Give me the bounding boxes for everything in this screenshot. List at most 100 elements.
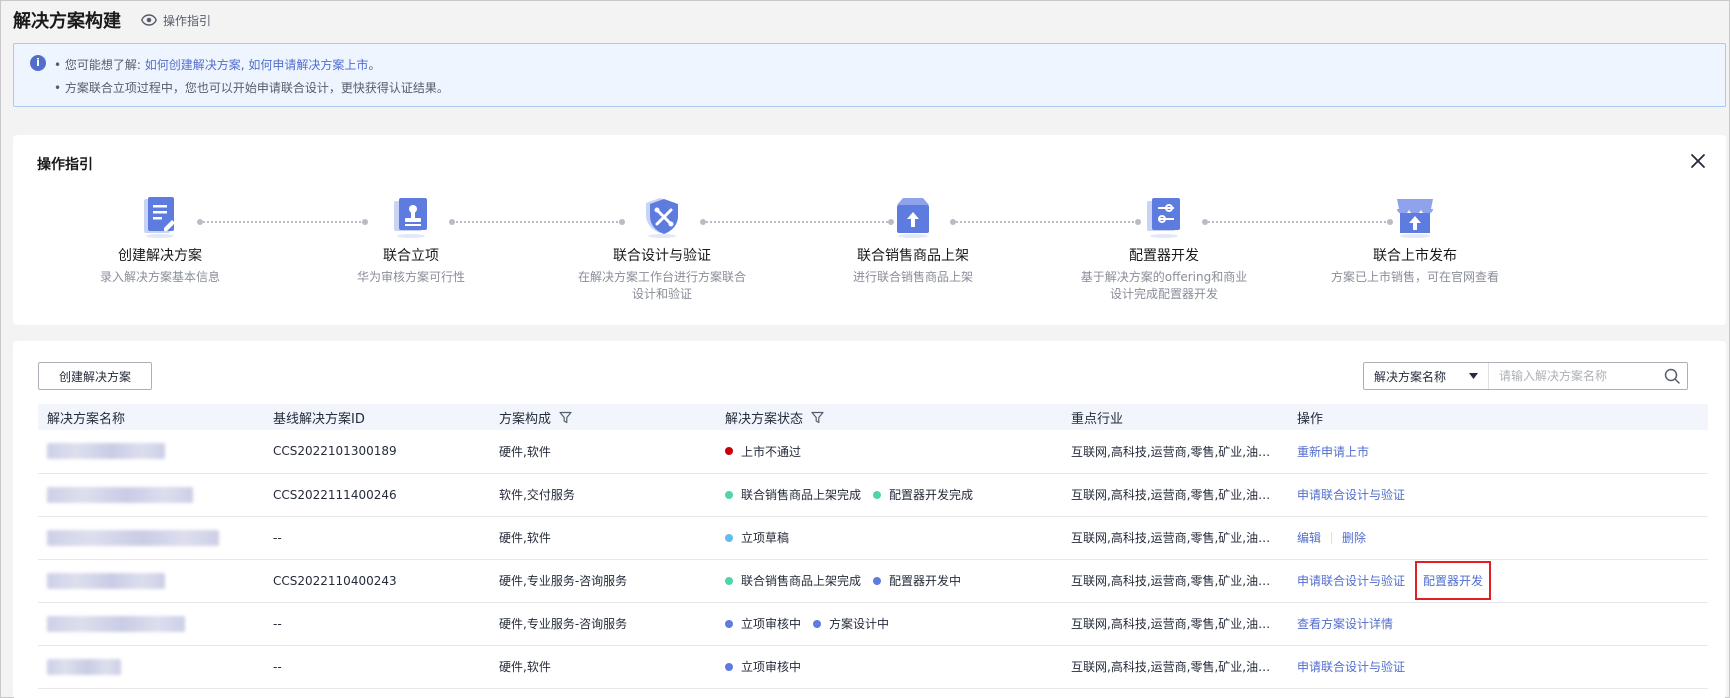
- table-row: -- 硬件,软件 立项草稿 互联网,高科技,运营商,零售,矿业,油气,智... …: [38, 516, 1708, 560]
- table-row: -- 硬件,专业服务-咨询服务 立项审核中 方案设计中 互联网,高科技,运营商,…: [38, 602, 1708, 646]
- actions-cell: 重新申请上市: [1288, 430, 1708, 474]
- guide-step-joint-launch: 联合上市发布 方案已上市销售，可在官网查看: [1315, 195, 1515, 286]
- box-upload-icon: [897, 198, 929, 238]
- caret-down-icon: [1469, 373, 1478, 379]
- apply-joint-design-link[interactable]: 申请联合设计与验证: [1297, 572, 1405, 589]
- industry-text: 互联网,高科技,运营商,零售,矿业,油气,智...: [1071, 444, 1279, 459]
- solution-name-cell[interactable]: [38, 559, 264, 603]
- status-label: 方案设计中: [829, 617, 890, 631]
- status-cell: 立项审核中 方案设计中: [716, 602, 1062, 646]
- baseline-id-cell: CCS2022110400243: [264, 559, 490, 603]
- status-dot: [725, 533, 733, 542]
- status-label: 联合销售商品上架完成: [741, 574, 862, 588]
- blurred-solution-name: [47, 486, 193, 503]
- search-field-label: 解决方案名称: [1374, 369, 1447, 384]
- composition-cell: 硬件,软件: [490, 430, 716, 474]
- blurred-solution-name: [47, 658, 121, 675]
- filter-icon[interactable]: [811, 411, 824, 424]
- composition-cell: 软件,交付服务: [490, 473, 716, 517]
- table-row: CCS2022110400243 硬件,专业服务-咨询服务 联合销售商品上架完成…: [38, 559, 1708, 603]
- industry-text: 互联网,高科技,运营商,零售,矿业,油气,智...: [1071, 488, 1279, 502]
- notice-suffix: 。: [368, 58, 381, 72]
- step-title: 联合立项: [383, 248, 439, 264]
- filter-icon[interactable]: [559, 411, 572, 424]
- edit-link[interactable]: 编辑: [1297, 529, 1321, 546]
- table-row: CCS2022111400246 软件,交付服务 联合销售商品上架完成 配置器开…: [38, 473, 1708, 517]
- solution-name-cell[interactable]: [38, 645, 264, 689]
- table-header-row: 解决方案名称 基线解决方案ID 方案构成 解决方案状态 重点行业 操作: [38, 404, 1708, 430]
- industry-cell: 互联网,高科技,运营商,零售,矿业,油气,智...: [1062, 430, 1288, 474]
- industry-cell: 互联网,高科技,运营商,零售,矿业,油气,智...: [1062, 645, 1288, 689]
- status-dot: [725, 490, 733, 499]
- reapply-listing-link[interactable]: 重新申请上市: [1297, 443, 1369, 460]
- eye-icon: [141, 14, 157, 26]
- blurred-solution-name: [47, 572, 165, 589]
- step-description: 录入解决方案基本信息: [99, 270, 220, 284]
- apply-joint-design-link[interactable]: 申请联合设计与验证: [1297, 486, 1405, 503]
- guide-card-title: 操作指引: [37, 157, 93, 173]
- status-label: 立项审核中: [741, 660, 802, 674]
- search-field-select[interactable]: 解决方案名称: [1364, 363, 1489, 389]
- delete-link[interactable]: 删除: [1342, 529, 1366, 546]
- step-title: 创建解决方案: [118, 248, 202, 264]
- close-icon[interactable]: [1688, 151, 1708, 171]
- blurred-solution-name: [47, 615, 185, 632]
- how-to-create-solution-link[interactable]: 如何创建解决方案: [145, 58, 241, 72]
- column-header-label: 方案构成: [499, 411, 552, 427]
- composition-cell: 硬件,专业服务-咨询服务: [490, 602, 716, 646]
- status-cell: 立项审核中: [716, 645, 1062, 689]
- notice-line-1: • 您可能想了解: 如何创建解决方案, 如何申请解决方案上市。: [54, 56, 380, 73]
- status-dot: [725, 576, 733, 585]
- guide-step-joint-design: 联合设计与验证 在解决方案工作台进行方案联合设计和验证: [562, 195, 762, 303]
- solution-name-cell[interactable]: [38, 602, 264, 646]
- status-dot: [725, 662, 733, 671]
- how-to-apply-listing-link[interactable]: 如何申请解决方案上市: [248, 58, 368, 72]
- baseline-id-cell: CCS2022111400246: [264, 473, 490, 517]
- column-header-actions: 操作: [1288, 404, 1708, 430]
- status-cell: 联合销售商品上架完成 配置器开发中: [716, 559, 1062, 603]
- baseline-id-cell: --: [264, 516, 490, 560]
- search-input[interactable]: [1489, 363, 1657, 389]
- configurator-dev-link[interactable]: 配置器开发: [1415, 561, 1492, 600]
- table-row: CCS2022101300189 硬件,软件 上市不通过 互联网,高科技,运营商…: [38, 430, 1708, 474]
- solution-name-cell[interactable]: [38, 516, 264, 560]
- create-solution-button[interactable]: 创建解决方案: [38, 362, 152, 390]
- info-notice: i • 您可能想了解: 如何创建解决方案, 如何申请解决方案上市。 • 方案联合…: [13, 43, 1726, 107]
- composition-cell: 硬件,专业服务-咨询服务: [490, 559, 716, 603]
- table-row: -- 硬件,软件 立项审核中 互联网,高科技,运营商,零售,矿业,油气,智...…: [38, 645, 1708, 689]
- action-divider: [1331, 531, 1333, 544]
- industry-cell: 互联网,高科技,运营商,零售,矿业,油气,智...: [1062, 516, 1288, 560]
- view-design-details-link[interactable]: 查看方案设计详情: [1297, 615, 1393, 632]
- status-dot: [725, 447, 733, 456]
- step-title: 配置器开发: [1129, 248, 1199, 264]
- notice-prefix: • 您可能想了解:: [54, 58, 145, 72]
- step-title: 联合上市发布: [1373, 248, 1457, 264]
- apply-joint-design-link[interactable]: 申请联合设计与验证: [1297, 658, 1405, 675]
- industry-text: 互联网,高科技,运营商,零售,矿业,油气,智...: [1071, 617, 1279, 631]
- guide-step-configurator-dev: 配置器开发 基于解决方案的offering和商业设计完成配置器开发: [1064, 195, 1264, 303]
- search-button[interactable]: [1657, 363, 1687, 389]
- column-header-composition: 方案构成: [490, 404, 716, 430]
- step-description: 基于解决方案的offering和商业设计完成配置器开发: [1080, 270, 1248, 301]
- store-upload-icon: [1397, 199, 1433, 238]
- guide-step-joint-project: 联合立项 华为审核方案可行性: [311, 195, 511, 286]
- status-label: 立项审核中: [741, 617, 802, 631]
- guide-step-create-solution: 创建解决方案 录入解决方案基本信息: [60, 195, 260, 286]
- notice-line-2: • 方案联合立项过程中，您也可以开始申请联合设计，更快获得认证结果。: [54, 81, 449, 95]
- solution-table: 解决方案名称 基线解决方案ID 方案构成 解决方案状态 重点行业 操作 CCS2…: [38, 404, 1708, 689]
- step-description: 方案已上市销售，可在官网查看: [1330, 270, 1499, 284]
- industry-text: 互联网,高科技,运营商,零售,矿业,油气,智...: [1071, 660, 1279, 674]
- info-icon: i: [30, 55, 46, 71]
- column-header-baseline-id: 基线解决方案ID: [264, 404, 490, 430]
- baseline-id-cell: CCS2022101300189: [264, 430, 490, 474]
- operation-guide-card: 操作指引 创建解决方案 录入解决方案基本信息 联合立项 华为审核方案可行性 联合…: [13, 135, 1726, 325]
- search-icon: [1664, 368, 1680, 384]
- industry-cell: 互联网,高科技,运营商,零售,矿业,油气,智...: [1062, 559, 1288, 603]
- solution-name-cell[interactable]: [38, 473, 264, 517]
- operation-guide-link[interactable]: 操作指引: [141, 12, 211, 29]
- solution-name-cell[interactable]: [38, 430, 264, 474]
- status-dot: [873, 576, 882, 585]
- industry-cell: 互联网,高科技,运营商,零售,矿业,油气,智...: [1062, 602, 1288, 646]
- status-label: 上市不通过: [741, 444, 802, 459]
- status-label: 立项草稿: [741, 531, 790, 545]
